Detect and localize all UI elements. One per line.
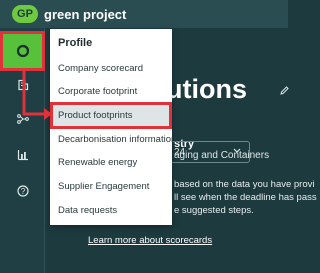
profile-menu: Profile Company scorecard Corporate foot… [50, 29, 176, 225]
edit-icon[interactable] [280, 86, 289, 95]
menu-item-data-requests[interactable]: Data requests [50, 198, 172, 222]
description-line: ll see when the deadline has pass [174, 192, 317, 203]
sidebar: ? [0, 28, 45, 273]
chevron-down-icon [233, 148, 241, 153]
top-bar: GP green project [0, 0, 288, 28]
menu-item-corporate-footprint[interactable]: Corporate footprint [50, 79, 172, 103]
profile-nav-button[interactable] [0, 31, 45, 71]
menu-item-product-footprints[interactable]: Product footprints [50, 102, 172, 129]
menu-item-supplier-engagement[interactable]: Supplier Engagement [50, 174, 172, 198]
help-icon: ? [16, 185, 29, 197]
year-select-value: 24 [174, 146, 186, 158]
brand-name: green project [44, 6, 127, 22]
menu-item-company-scorecard[interactable]: Company scorecard [50, 56, 172, 80]
bar-chart-icon [17, 150, 28, 161]
help-nav-button[interactable]: ? [0, 174, 45, 208]
year-select[interactable]: 24 [170, 141, 250, 163]
description-line: based on the data you have provi [174, 179, 315, 190]
building-icon [17, 79, 28, 91]
menu-title: Profile [58, 37, 93, 49]
network-nav-button[interactable] [0, 102, 45, 136]
description-line: e suggested steps. [174, 205, 254, 216]
svg-text:?: ? [20, 187, 25, 196]
logo[interactable]: GP [12, 5, 38, 23]
learn-more-link[interactable]: Learn more about scorecards [88, 235, 212, 246]
menu-item-decarbonisation-information[interactable]: Decarbonisation information [50, 127, 176, 151]
menu-item-renewable-energy[interactable]: Renewable energy [50, 150, 172, 174]
network-icon [16, 114, 29, 124]
building-nav-button[interactable] [0, 68, 45, 102]
scorecard-description: based on the data you have provi ll see … [174, 178, 320, 217]
bar-chart-nav-button[interactable] [0, 138, 45, 172]
donut-chart-icon [16, 44, 29, 58]
